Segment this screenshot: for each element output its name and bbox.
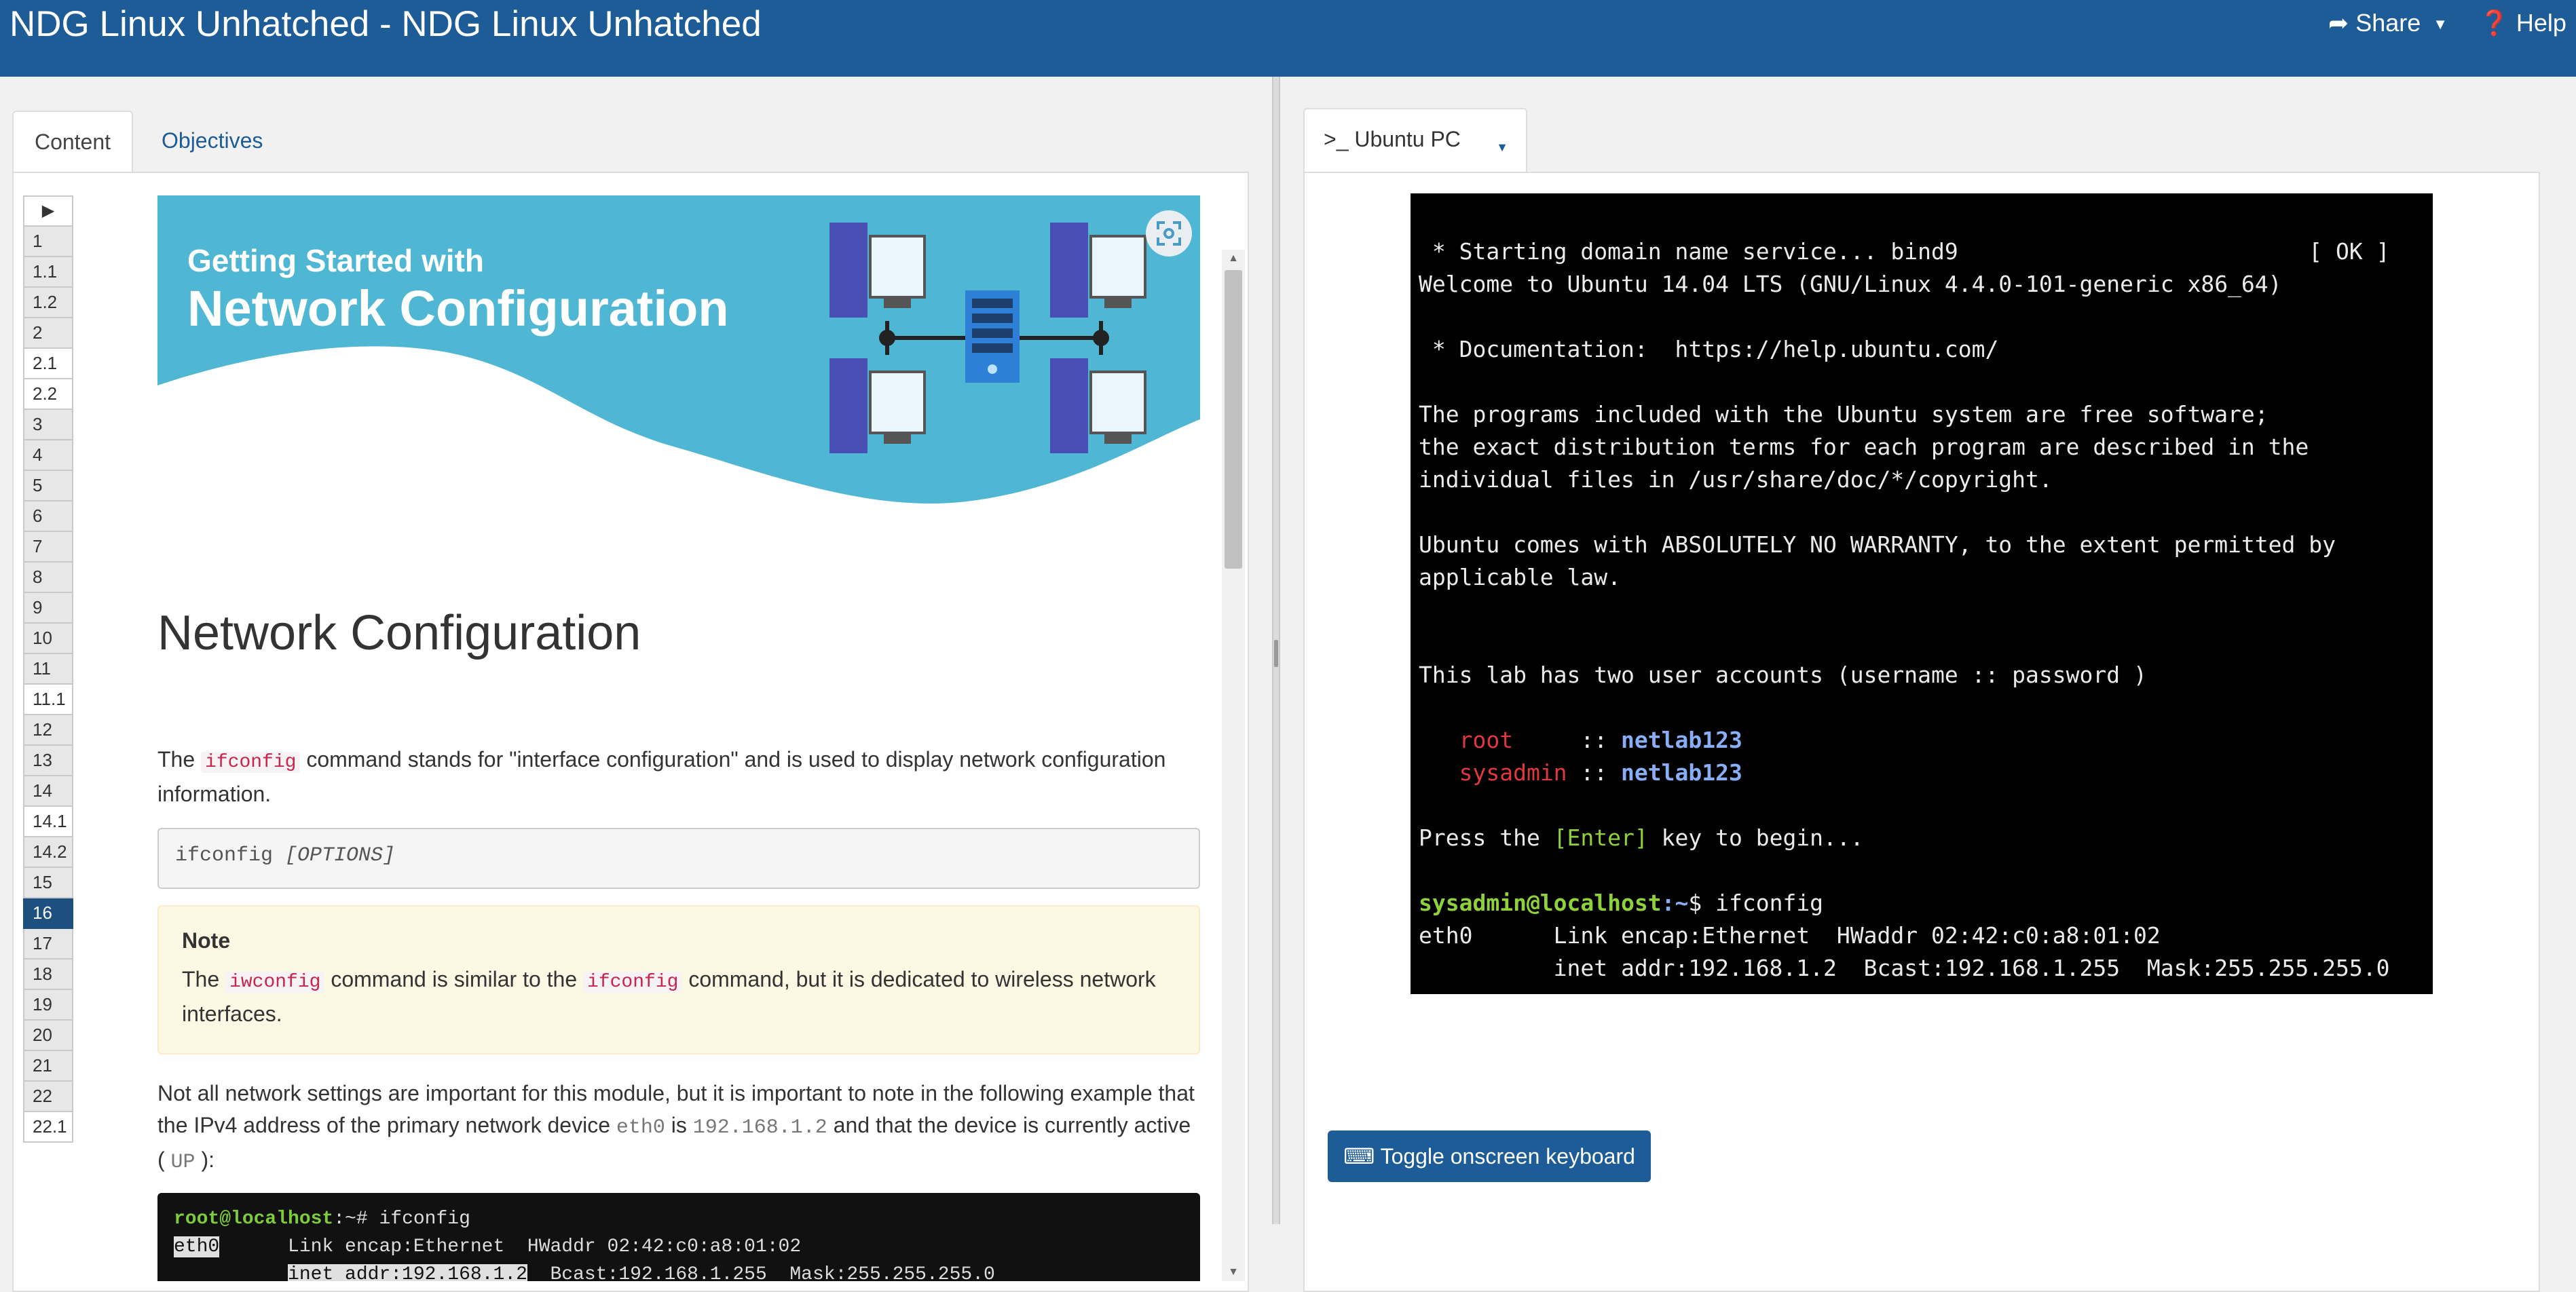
nav-item-1-2[interactable]: 1.2: [23, 288, 73, 318]
scroll-down-icon[interactable]: ▼: [1222, 1264, 1245, 1281]
keyboard-icon: ⌨: [1343, 1144, 1375, 1168]
nav-item-21[interactable]: 21: [23, 1051, 73, 1082]
note-title: Note: [182, 928, 231, 953]
top-bar: NDG Linux Unhatched - NDG Linux Unhatche…: [0, 0, 2576, 77]
lesson-content: Getting Started with Network Configurati…: [157, 195, 1200, 1281]
banner-line1: Getting Started with: [187, 243, 484, 278]
nav-item-8[interactable]: 8: [23, 563, 73, 593]
share-icon: ➦: [2328, 9, 2349, 37]
nav-item-19[interactable]: 19: [23, 990, 73, 1021]
nav-item-2-2[interactable]: 2.2: [23, 379, 73, 410]
terminal-screen[interactable]: * Starting domain name service... bind9 …: [1411, 193, 2433, 994]
nav-item-22[interactable]: 22: [23, 1082, 73, 1112]
nav-item-4[interactable]: 4: [23, 440, 73, 471]
page-nav-list: 1 1.1 1.2 2 2.1 2.2 3 4 5 6 7 8 9 10 11 11.1 12 13 14 14.1 1…: [23, 227, 76, 1143]
nav-item-3[interactable]: 3: [23, 410, 73, 440]
content-panel: Content Objectives ▶ 1 1.1 1.2 2 2.1 2.2 3 4 5 6 7…: [0, 77, 1272, 1292]
page-nav: ▶ 1 1.1 1.2 2 2.1 2.2 3 4 5 6 7 8 9 10 11 11.1 12 13 14 14.…: [23, 195, 76, 1143]
content-scrollbar[interactable]: ▲ ▼: [1222, 250, 1245, 1281]
syntax-box: ifconfig [OPTIONS]: [157, 828, 1200, 889]
banner-line2: Network Configuration: [187, 280, 729, 337]
nav-item-2-1[interactable]: 2.1: [23, 349, 73, 379]
toggle-keyboard-button[interactable]: ⌨ Toggle onscreen keyboard: [1328, 1130, 1651, 1182]
note-box: Note The iwconfig command is similar to …: [157, 905, 1200, 1054]
nav-item-15[interactable]: 15: [23, 868, 73, 898]
scroll-up-icon[interactable]: ▲: [1222, 250, 1245, 267]
nav-item-17[interactable]: 17: [23, 929, 73, 960]
nav-item-14-1[interactable]: 14.1: [23, 807, 73, 837]
fullscreen-icon[interactable]: [1146, 210, 1192, 256]
tab-ubuntu-pc[interactable]: >_ Ubuntu PC ▼: [1303, 108, 1527, 173]
tab-ubuntu-pc-label: Ubuntu PC: [1354, 127, 1461, 151]
help-icon: ❓: [2479, 9, 2509, 37]
toggle-keyboard-label: Toggle onscreen keyboard: [1380, 1144, 1635, 1168]
nav-item-14-2[interactable]: 14.2: [23, 837, 73, 868]
terminal-panel: >_ Ubuntu PC ▼ * Starting domain name se…: [1280, 77, 2576, 1292]
example-terminal: root@localhost:~# ifconfig eth0 Link enc…: [157, 1193, 1200, 1281]
app-title: NDG Linux Unhatched - NDG Linux Unhatche…: [10, 4, 762, 44]
nav-item-10[interactable]: 10: [23, 624, 73, 654]
nav-item-13[interactable]: 13: [23, 746, 73, 776]
note-text: The iwconfig command is similar to the i…: [182, 967, 1156, 1026]
nav-item-9[interactable]: 9: [23, 593, 73, 624]
nav-expand-toggle[interactable]: ▶: [23, 195, 73, 227]
scrollbar-thumb[interactable]: [1225, 270, 1242, 569]
nav-item-6[interactable]: 6: [23, 501, 73, 532]
nav-item-20[interactable]: 20: [23, 1021, 73, 1051]
nav-item-14[interactable]: 14: [23, 776, 73, 807]
nav-item-11-1[interactable]: 11.1: [23, 685, 73, 715]
example-paragraph: Not all network settings are important f…: [157, 1081, 1195, 1174]
intro-paragraph: The ifconfig command stands for "interfa…: [157, 747, 1166, 806]
nav-item-1[interactable]: 1: [23, 227, 73, 257]
nav-item-11[interactable]: 11: [23, 654, 73, 685]
nav-item-1-1[interactable]: 1.1: [23, 257, 73, 288]
nav-item-16[interactable]: 16: [23, 898, 73, 929]
lesson-banner: Getting Started with Network Configurati…: [157, 195, 1200, 535]
caret-down-icon[interactable]: ▼: [1496, 132, 1508, 162]
share-menu[interactable]: ➦ Share ▼: [2328, 7, 2448, 41]
nav-item-5[interactable]: 5: [23, 471, 73, 501]
tab-content[interactable]: Content: [12, 111, 133, 173]
panel-splitter[interactable]: [1272, 77, 1280, 1224]
help-menu[interactable]: ❓ Help ▼: [2479, 7, 2576, 41]
help-label: Help: [2516, 9, 2566, 37]
nav-item-2[interactable]: 2: [23, 318, 73, 349]
nav-item-7[interactable]: 7: [23, 532, 73, 563]
nav-item-22-1[interactable]: 22.1: [23, 1112, 73, 1143]
tab-objectives[interactable]: Objectives: [162, 126, 263, 155]
caret-down-icon: ▼: [2433, 16, 2448, 33]
share-label: Share: [2355, 9, 2421, 37]
nav-item-18[interactable]: 18: [23, 960, 73, 990]
splitter-grip-icon[interactable]: [1274, 640, 1278, 667]
lesson-heading: Network Configuration: [157, 606, 641, 660]
nav-item-12[interactable]: 12: [23, 715, 73, 746]
terminal-icon: >_: [1324, 127, 1349, 151]
